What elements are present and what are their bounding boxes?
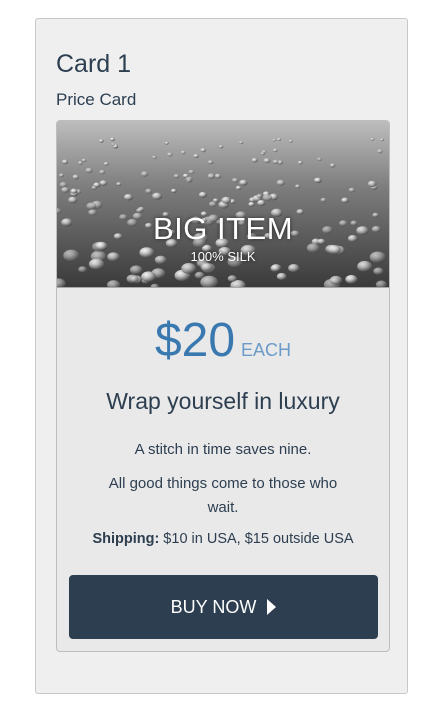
price-card: BIG ITEM 100% SILK $20 EACH Wrap yourself…: [56, 120, 390, 652]
caret-right-icon: [267, 599, 277, 615]
buy-now-label: BUY NOW: [170, 597, 257, 617]
shipping-info: Shipping: $10 in USA, $15 outside USA: [57, 529, 389, 549]
panel-title: Card 1: [56, 50, 132, 78]
tagline: Wrap yourself in luxury: [106, 388, 340, 414]
panel-subtitle: Price Card: [56, 90, 137, 109]
hero-image: BIG ITEM 100% SILK: [57, 121, 389, 288]
shipping-label: Shipping:: [92, 531, 160, 547]
shipping-text: $10 in USA, $15 outside USA: [159, 531, 354, 547]
description-line: A stitch in time saves nine.: [134, 441, 312, 458]
hero-subtitle: 100% SILK: [190, 249, 256, 264]
price: $20 EACH: [57, 313, 389, 369]
price-unit: EACH: [241, 340, 292, 360]
description-line: All good things come to those who wait.: [108, 475, 338, 516]
price-amount: $20: [154, 314, 236, 367]
hero-title: BIG ITEM: [152, 211, 294, 246]
buy-now-button[interactable]: BUY NOW: [69, 575, 378, 639]
card-panel: Card 1 Price Card BIG ITEM 100% SILK $20…: [35, 18, 408, 694]
